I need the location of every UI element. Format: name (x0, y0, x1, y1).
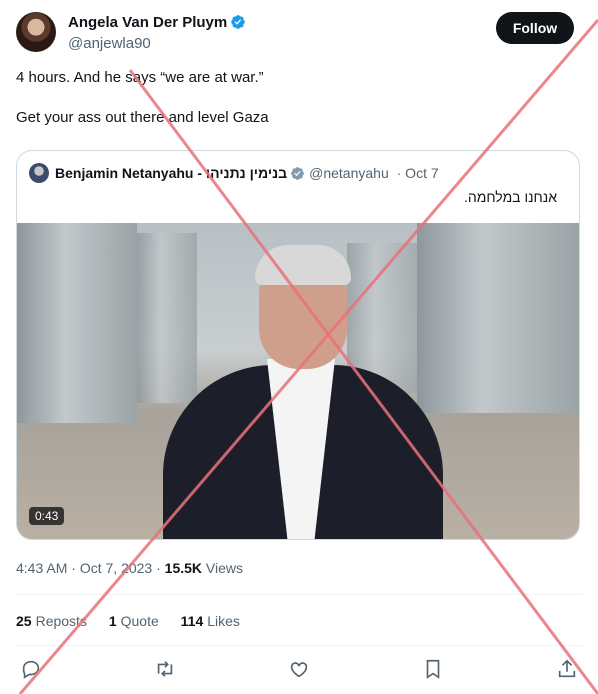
tweet-time[interactable]: 4:43 AM (16, 560, 67, 576)
author-name-row[interactable]: Angela Van Der Pluym (68, 14, 246, 31)
follow-button[interactable]: Follow (496, 12, 574, 44)
divider (16, 645, 582, 646)
tweet-meta: 4:43 AM · Oct 7, 2023 · 15.5K Views (16, 560, 244, 576)
likes-stat[interactable]: 114 Likes (181, 613, 240, 629)
divider (16, 594, 582, 595)
quoted-author-avatar (29, 163, 49, 183)
quoted-tweet-card[interactable]: Benjamin Netanyahu - בנימין נתניהו @netan… (16, 150, 580, 540)
video-player[interactable]: 0:43 (17, 223, 579, 539)
tweet-date[interactable]: Oct 7, 2023 (80, 560, 152, 576)
verified-badge-icon (291, 167, 305, 180)
reposts-stat[interactable]: 25 Reposts (16, 613, 87, 629)
author-name[interactable]: Angela Van Der Pluym (68, 14, 227, 31)
quoted-author-name: Benjamin Netanyahu - בנימין נתניהו (55, 165, 288, 181)
quoted-date: · Oct 7 (396, 165, 439, 181)
reply-icon[interactable] (20, 658, 42, 680)
repost-icon[interactable] (154, 658, 176, 680)
quoted-text: אנחנו במלחמה. (463, 189, 557, 205)
like-icon[interactable] (288, 658, 310, 680)
views-label: Views (205, 560, 244, 576)
share-icon[interactable] (556, 658, 578, 680)
engagement-stats: 25 Reposts 1 Quote 114 Likes (16, 613, 258, 629)
tweet-text: 4 hours. And he says “we are at war.” Ge… (16, 69, 269, 126)
quoted-author-handle: @netanyahu (309, 165, 389, 181)
author-handle[interactable]: @anjewla90 (68, 35, 151, 52)
verified-badge-icon (231, 15, 246, 29)
views-count: 15.5K (164, 560, 203, 576)
bookmark-icon[interactable] (422, 658, 444, 680)
video-duration: 0:43 (29, 507, 65, 525)
quotes-stat[interactable]: 1 Quote (109, 613, 159, 629)
author-avatar[interactable] (16, 12, 56, 52)
quoted-author-row: Benjamin Netanyahu - בנימין נתניהו @netan… (55, 165, 439, 181)
